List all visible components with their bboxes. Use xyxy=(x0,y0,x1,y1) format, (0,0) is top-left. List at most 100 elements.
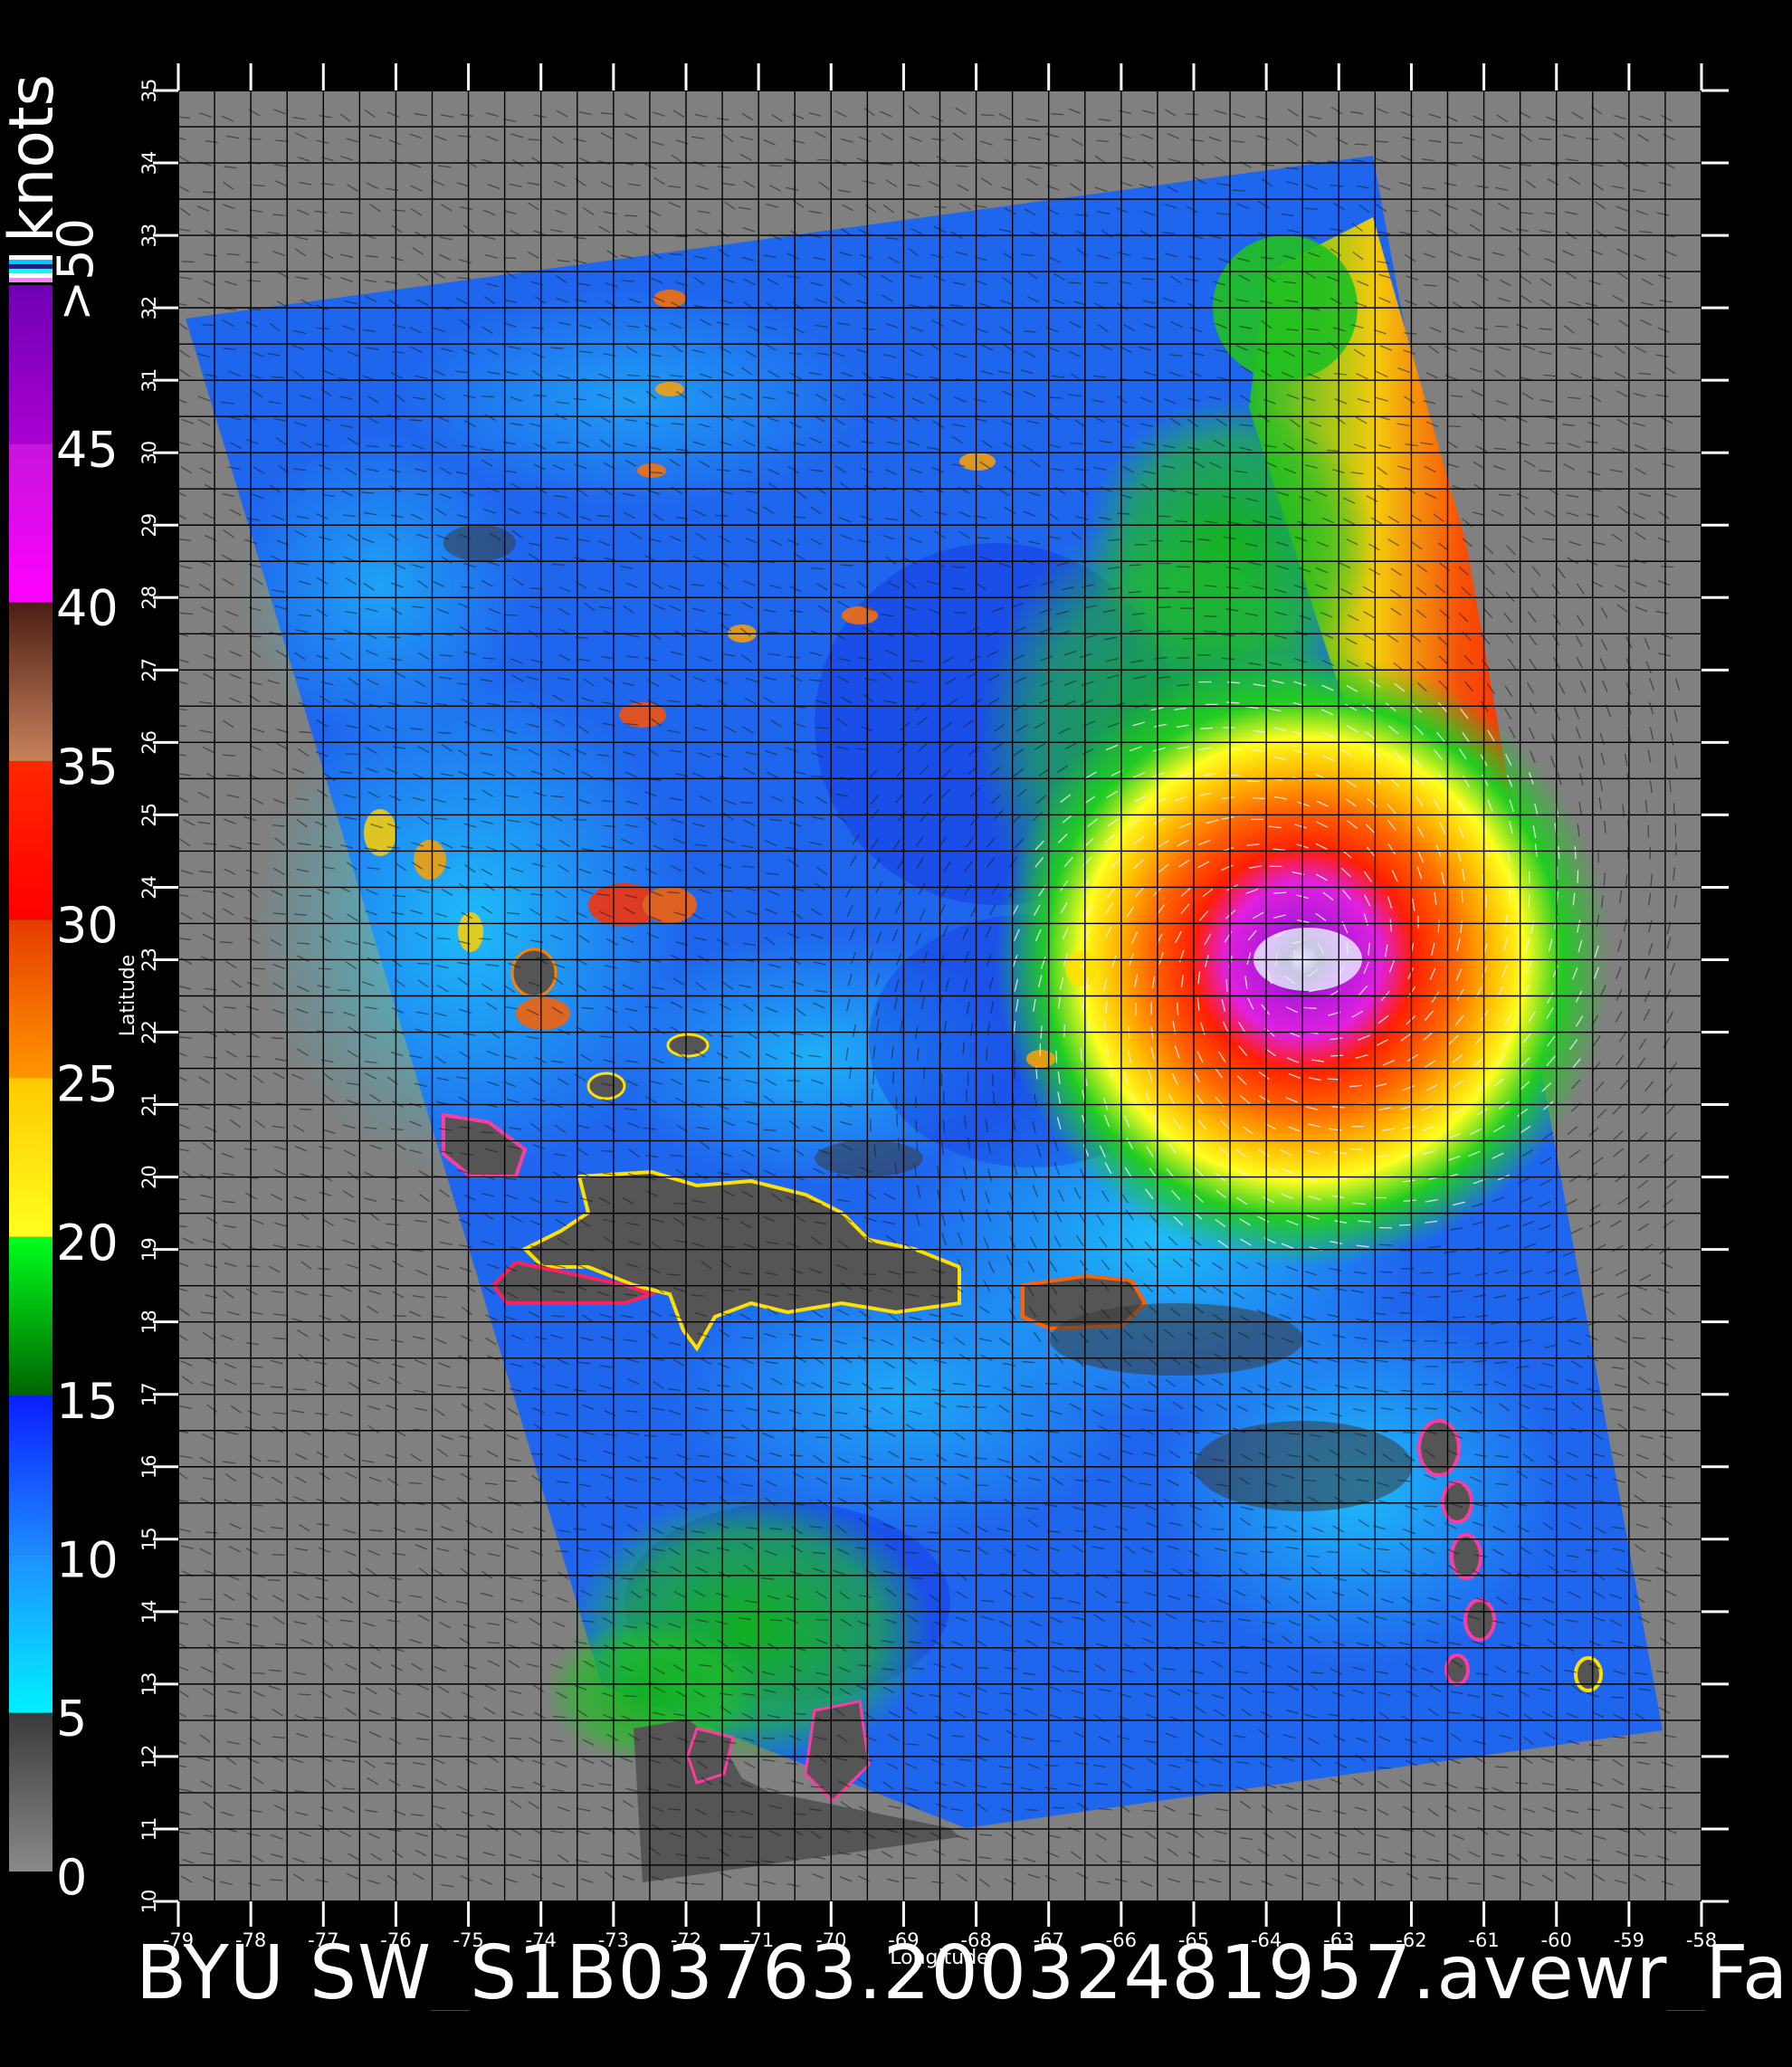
wind-vector xyxy=(252,1383,264,1384)
wind-vector xyxy=(1226,702,1239,703)
wind-vector xyxy=(272,1555,285,1556)
wind-vector xyxy=(1349,1149,1362,1150)
wind-scatterometer-map: -79-78-77-76-75-74-73-72-71-70-69-68-67-… xyxy=(0,0,1792,2063)
wind-vector xyxy=(1045,1384,1058,1385)
wind-vector xyxy=(1425,1408,1437,1409)
wind-vector xyxy=(1129,565,1141,566)
wind-vector xyxy=(300,1109,312,1110)
wind-vector xyxy=(1634,1742,1646,1743)
wind-vector xyxy=(346,754,358,755)
wind-vector xyxy=(1226,775,1239,776)
wind-vector xyxy=(816,1437,829,1438)
wind-vector xyxy=(1475,1385,1488,1386)
wind-vector xyxy=(1420,1272,1433,1273)
wind-vector xyxy=(1425,1506,1437,1507)
wind-vector xyxy=(438,732,451,733)
wind-vector xyxy=(338,990,350,991)
wind-vector xyxy=(1210,1621,1223,1622)
wind-vector xyxy=(299,1694,311,1695)
wind-vector xyxy=(534,1580,547,1581)
wind-vector xyxy=(863,1274,876,1275)
wind-vector xyxy=(956,166,968,167)
wind-vector xyxy=(1611,1697,1624,1698)
wind-vector xyxy=(841,565,853,566)
wind-vector xyxy=(624,215,637,216)
wind-vector xyxy=(1204,631,1216,632)
wind-vector xyxy=(1399,1313,1412,1314)
wind-vector xyxy=(897,1113,898,1126)
wind-vector xyxy=(1158,607,1171,608)
wind-vector xyxy=(203,192,215,193)
wind-vector xyxy=(272,1038,284,1039)
wind-vector xyxy=(1232,190,1244,191)
wind-vector xyxy=(1327,1079,1339,1080)
wind-vector xyxy=(200,1599,213,1600)
wind-vector xyxy=(673,1203,686,1204)
wind-vector xyxy=(417,963,430,964)
wind-vector xyxy=(319,968,331,969)
wind-vector xyxy=(1327,451,1339,452)
wind-vector xyxy=(1049,1740,1062,1741)
wind-vector xyxy=(974,1407,987,1408)
wind-vector xyxy=(1186,114,1198,115)
wind-vector xyxy=(253,968,265,969)
wind-vector xyxy=(1589,1745,1602,1746)
wind-vector xyxy=(1448,426,1461,427)
wind-vector xyxy=(1347,941,1348,954)
wind-vector xyxy=(299,895,311,896)
wind-vector xyxy=(670,560,682,561)
wind-vector xyxy=(980,1501,993,1502)
wind-vector xyxy=(253,1672,265,1673)
wind-vector xyxy=(367,446,379,447)
wind-vector xyxy=(739,803,752,804)
wind-vector xyxy=(481,396,494,397)
wind-vector xyxy=(670,1434,682,1435)
wind-vector xyxy=(1327,1552,1339,1553)
wind-vector xyxy=(387,637,400,638)
wind-vector xyxy=(954,613,967,614)
wind-vector xyxy=(993,1074,994,1087)
wind-vector xyxy=(205,1532,218,1533)
wind-vector xyxy=(504,614,517,615)
wind-vector xyxy=(1403,1340,1415,1341)
wind-vector xyxy=(1226,979,1227,992)
wind-vector xyxy=(1673,803,1674,815)
wind-vector xyxy=(1053,1807,1065,1808)
wind-vector xyxy=(271,1880,283,1881)
wind-vector xyxy=(1180,541,1193,542)
wind-vector xyxy=(175,1226,187,1227)
wind-vector xyxy=(1575,846,1576,859)
wind-vector xyxy=(979,1834,992,1835)
wind-vector xyxy=(482,658,495,659)
wind-vector xyxy=(817,159,830,160)
wind-vector xyxy=(246,1056,259,1057)
wind-vector xyxy=(552,564,565,565)
wind-vector xyxy=(1056,1051,1057,1063)
wind-vector xyxy=(1159,631,1172,632)
wind-vector xyxy=(1253,798,1265,799)
wind-vector xyxy=(1450,142,1463,143)
wind-vector xyxy=(602,1151,615,1152)
wind-vector xyxy=(1247,781,1260,782)
wind-vector xyxy=(1294,950,1295,963)
wind-vector xyxy=(1273,892,1286,893)
wind-vector xyxy=(881,1388,893,1389)
wind-vector xyxy=(220,942,233,943)
wind-vector xyxy=(1462,891,1463,903)
wind-vector xyxy=(1117,513,1130,514)
wind-vector xyxy=(767,632,779,633)
wind-vector xyxy=(271,1386,283,1387)
wind-vector xyxy=(1064,1024,1065,1037)
wind-vector xyxy=(769,166,782,167)
wind-vector xyxy=(1379,1244,1392,1245)
wind-vector xyxy=(1330,1055,1343,1056)
wind-vector xyxy=(981,115,994,116)
wind-vector xyxy=(504,1178,517,1179)
wind-vector xyxy=(409,1482,422,1483)
wind-vector xyxy=(556,1551,568,1552)
wind-vector xyxy=(1378,1767,1391,1768)
wind-vector xyxy=(816,728,829,729)
wind-vector xyxy=(893,1072,894,1084)
wind-vector xyxy=(479,938,491,939)
wind-vector xyxy=(457,1387,470,1388)
